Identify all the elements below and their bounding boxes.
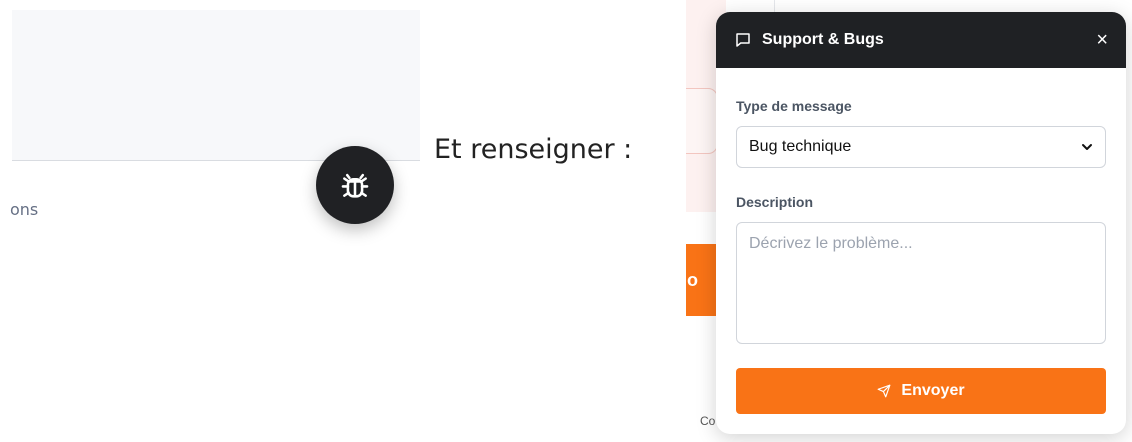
instruction-caption: Et renseigner : [434, 134, 633, 165]
send-button-label: Envoyer [901, 382, 965, 399]
background-footer-text: Co [700, 414, 716, 428]
bug-icon [341, 173, 369, 198]
message-type-select[interactable]: Bug technique [736, 126, 1106, 168]
background-button-label: tio [686, 270, 698, 290]
support-panel: Support & Bugs × Type de message Bug tec… [716, 12, 1126, 434]
description-placeholder: Décrivez le problème... [749, 235, 913, 252]
type-label: Type de message [736, 98, 852, 114]
divider [774, 0, 775, 12]
send-button[interactable]: Envoyer [736, 368, 1106, 414]
send-icon [877, 384, 891, 398]
partial-nav-label: ons [10, 200, 39, 219]
panel-header: Support & Bugs × [716, 12, 1126, 68]
chat-bubble-icon [736, 33, 750, 47]
background-alert-card [686, 88, 718, 154]
panel-body: Type de message Bug technique Descriptio… [716, 68, 1126, 414]
message-type-value: Bug technique [749, 138, 852, 155]
bug-report-button[interactable] [316, 146, 394, 224]
panel-title: Support & Bugs [762, 31, 884, 48]
description-label: Description [736, 194, 814, 210]
chevron-down-icon [1081, 141, 1093, 153]
close-button[interactable]: × [1096, 29, 1108, 52]
left-screenshot-crop: ons [0, 0, 420, 245]
description-field[interactable]: Décrivez le problème... [736, 222, 1106, 344]
content-area [12, 10, 420, 161]
